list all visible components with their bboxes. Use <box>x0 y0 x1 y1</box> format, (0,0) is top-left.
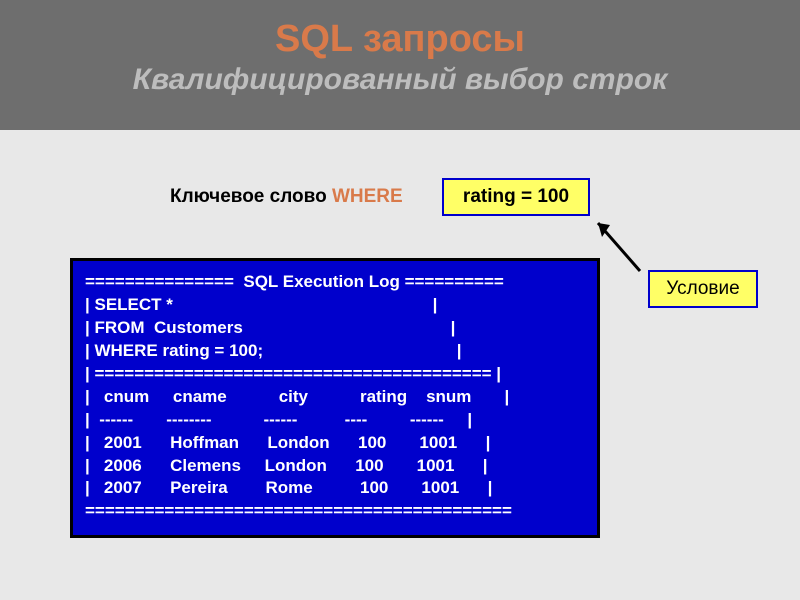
title-bar: SQL запросы Квалифицированный выбор стро… <box>0 0 800 130</box>
sql-line-where: | WHERE rating = 100; | <box>85 340 585 363</box>
sql-line-header: =============== SQL Execution Log ======… <box>85 271 585 294</box>
sql-line-row1: | 2001 Hoffman London 100 1001 | <box>85 432 585 455</box>
sql-execution-log: =============== SQL Execution Log ======… <box>70 258 600 538</box>
sql-line-columns: | cnum cname city rating snum | <box>85 386 585 409</box>
condition-value-box: rating = 100 <box>442 178 590 216</box>
slide-title: SQL запросы <box>20 18 780 61</box>
slide-content: Ключевое слово WHERE rating = 100 Услови… <box>0 130 800 600</box>
condition-label-box: Условие <box>648 270 758 308</box>
condition-label-text: Условие <box>666 278 739 300</box>
sql-line-sep-top: | ======================================… <box>85 363 585 386</box>
sql-line-row3: | 2007 Pereira Rome 100 1001 | <box>85 477 585 500</box>
keyword-prefix: Ключевое слово <box>170 186 332 207</box>
sql-line-sep-bot: ========================================… <box>85 500 585 523</box>
slide-subtitle: Квалифицированный выбор строк <box>20 63 780 97</box>
sql-line-from: | FROM Customers | <box>85 317 585 340</box>
keyword-where: WHERE <box>332 186 403 207</box>
sql-line-dashes: | ------ -------- ------ ---- ------ | <box>85 409 585 432</box>
condition-value-text: rating = 100 <box>463 186 569 208</box>
sql-line-row2: | 2006 Clemens London 100 1001 | <box>85 455 585 478</box>
keyword-line: Ключевое слово WHERE <box>170 186 403 208</box>
sql-line-select: | SELECT * | <box>85 294 585 317</box>
